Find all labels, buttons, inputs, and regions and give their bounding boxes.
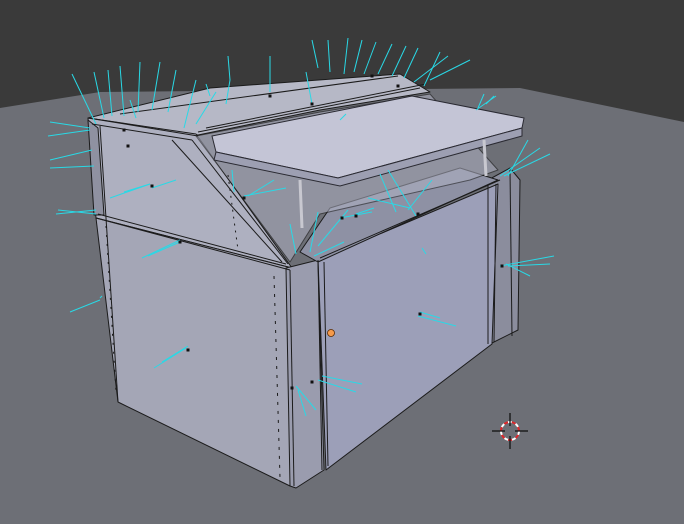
lid-strut: [298, 179, 304, 229]
mesh-vertex[interactable]: [242, 196, 246, 200]
mesh-vertex[interactable]: [310, 102, 314, 106]
3d-viewport[interactable]: [0, 0, 684, 524]
mesh-vertex[interactable]: [310, 380, 314, 384]
mesh-vertex[interactable]: [418, 312, 422, 316]
mesh-vertex[interactable]: [396, 84, 400, 88]
mesh-vertex[interactable]: [290, 386, 294, 390]
viewport-canvas[interactable]: [0, 0, 684, 524]
mesh-vertex[interactable]: [178, 240, 182, 244]
mesh-vertex[interactable]: [416, 212, 420, 216]
mesh-vertex[interactable]: [340, 216, 344, 220]
lid-strut: [482, 139, 488, 177]
mesh-vertex[interactable]: [186, 348, 190, 352]
mesh-vertex[interactable]: [150, 184, 154, 188]
mesh-vertex[interactable]: [370, 74, 374, 78]
mesh-vertex[interactable]: [122, 128, 126, 132]
object-origin[interactable]: [327, 329, 335, 337]
mesh-vertex[interactable]: [500, 264, 504, 268]
mesh-vertex[interactable]: [268, 94, 272, 98]
mesh-vertex[interactable]: [126, 144, 130, 148]
mesh-vertex[interactable]: [354, 214, 358, 218]
